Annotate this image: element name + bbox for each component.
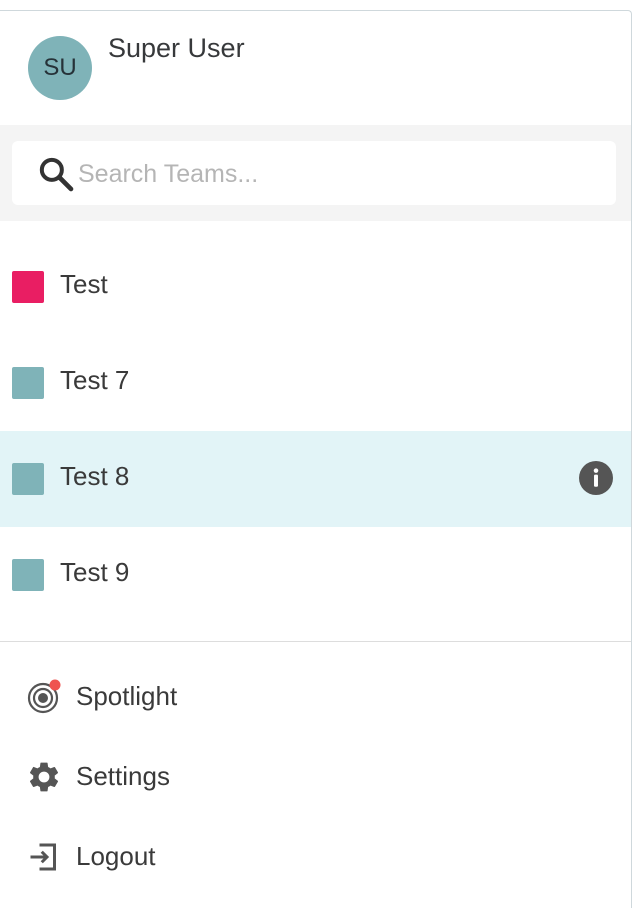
team-color-swatch (12, 559, 44, 591)
user-header: SU Super User (0, 11, 631, 125)
search-box[interactable] (12, 141, 616, 205)
team-list: Test Test 7 Test 8 Test 9 (0, 239, 631, 623)
team-color-swatch (12, 367, 44, 399)
search-section (0, 125, 631, 221)
notification-badge (49, 679, 61, 691)
avatar[interactable]: SU (28, 36, 92, 100)
divider (0, 641, 631, 642)
team-name: Test 7 (60, 365, 130, 395)
team-color-swatch (12, 271, 44, 303)
search-icon (39, 157, 74, 192)
team-row-test-9[interactable]: Test 9 (0, 527, 631, 623)
team-row-test-7[interactable]: Test 7 (0, 335, 631, 431)
info-icon[interactable] (579, 461, 613, 495)
menu-item-logout[interactable]: Logout (0, 817, 631, 897)
user-name: Super User (108, 33, 245, 63)
spotlight-icon (27, 679, 61, 714)
team-row-test[interactable]: Test (0, 239, 631, 335)
avatar-initials: SU (43, 54, 77, 81)
logout-icon (30, 843, 56, 871)
menu-label: Logout (76, 841, 156, 871)
team-switcher-panel: SU Super User Test Test 7 Test 8 (0, 10, 632, 908)
team-name: Test 9 (60, 557, 130, 587)
gear-icon (29, 762, 59, 792)
search-input[interactable] (76, 151, 600, 197)
account-menu: Spotlight Settings Logout (0, 657, 631, 897)
menu-label: Settings (76, 761, 170, 791)
menu-label: Spotlight (76, 681, 178, 711)
team-name: Test (60, 269, 108, 299)
team-color-swatch (12, 463, 44, 495)
team-row-test-8[interactable]: Test 8 (0, 431, 631, 527)
menu-item-settings[interactable]: Settings (0, 737, 631, 817)
team-name: Test 8 (60, 461, 130, 491)
menu-item-spotlight[interactable]: Spotlight (0, 657, 631, 737)
